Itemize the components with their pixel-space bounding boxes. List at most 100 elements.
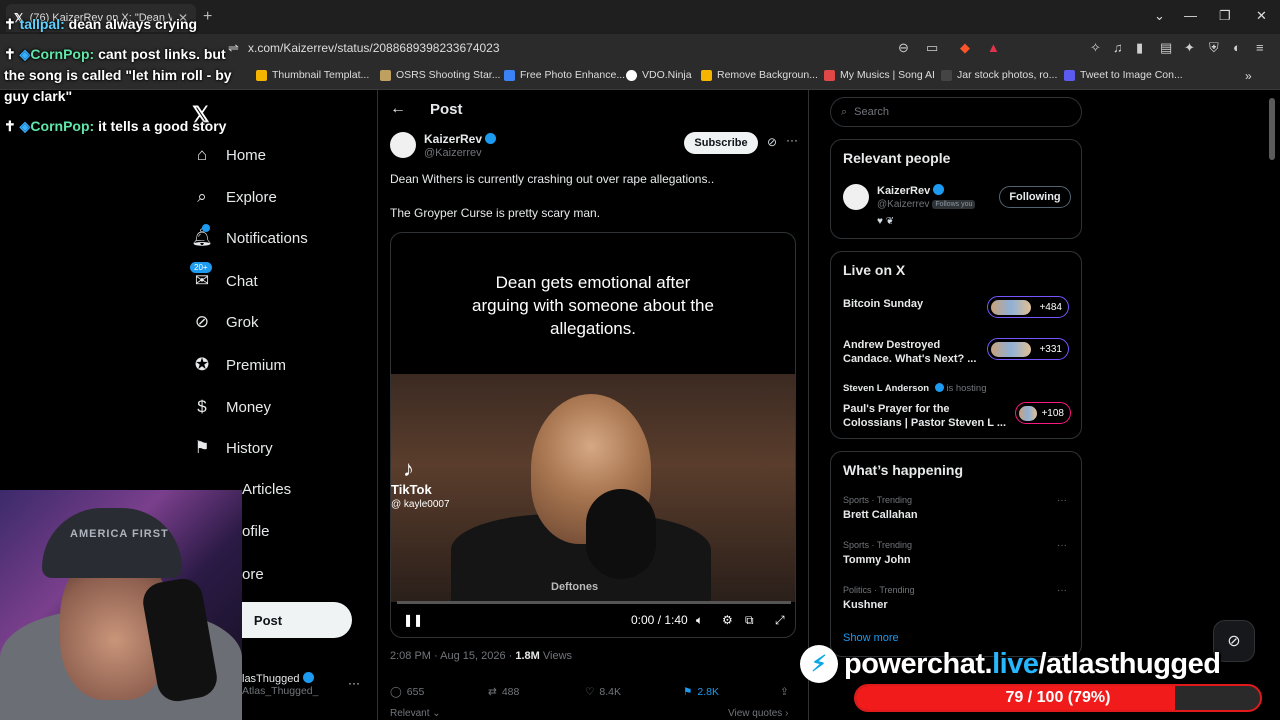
nav-item-notifications[interactable]: 🔔︎ Notifications xyxy=(191,224,308,248)
card-title: What’s happening xyxy=(843,462,964,478)
maximize-button[interactable]: ❐ xyxy=(1219,8,1231,24)
nav-item-money[interactable]: $ Money xyxy=(192,397,271,417)
reply-button[interactable]: ◯ 655 xyxy=(390,686,424,698)
trend-name[interactable]: Brett Callahan xyxy=(843,509,918,521)
person-handle: @Kaizerrev Follows you xyxy=(877,199,976,210)
view-quotes-link[interactable]: View quotes › xyxy=(728,708,788,719)
bookmark-item[interactable]: VDO.Ninja xyxy=(626,69,692,81)
more-bookmarks-icon[interactable]: » xyxy=(1245,69,1252,83)
bookmark-item[interactable]: Tweet to Image Con... xyxy=(1064,69,1183,81)
minimize-button[interactable]: — xyxy=(1184,8,1197,23)
nav-item-chat[interactable]: ✉ 20+ Chat xyxy=(190,262,258,291)
video-microphone xyxy=(586,489,656,579)
back-arrow-icon[interactable]: ← xyxy=(390,100,406,118)
reader-icon[interactable]: ▤ xyxy=(1160,40,1172,56)
home-icon: ⌂ xyxy=(196,145,208,164)
cast-icon[interactable]: ▭ xyxy=(926,40,938,56)
like-count: 8.4K xyxy=(599,686,622,698)
live-listeners-pill[interactable]: +108 xyxy=(1015,402,1071,424)
post-column: ← Post KaizerRev @Kaizerrev Subscribe ⊘ … xyxy=(377,90,809,720)
post-timestamp[interactable]: 2:08 PM · Aug 15, 2026 · xyxy=(390,650,512,662)
bookmark-item[interactable]: Thumbnail Templat... xyxy=(256,69,369,81)
powerchat-url: powerchat.live/atlasthugged xyxy=(844,648,1221,681)
follows-you-badge: Follows you xyxy=(932,200,976,209)
music-icon[interactable]: ♫ xyxy=(1113,40,1123,55)
bookmark-item[interactable]: Free Photo Enhance... xyxy=(504,69,625,81)
live-space-item[interactable]: Andrew Destroyed Candace. What's Next? .… xyxy=(843,338,983,366)
bookmark-favicon-icon xyxy=(1064,69,1075,81)
avatar[interactable] xyxy=(843,184,869,210)
chat-message: ✝ ◈CornPop: cant post links. but the son… xyxy=(4,46,232,104)
trend-name[interactable]: Tommy John xyxy=(843,554,911,566)
bookmark-label: Tweet to Image Con... xyxy=(1080,69,1183,81)
like-button[interactable]: ♡ 8.4K xyxy=(585,686,621,698)
trend-more-icon[interactable]: ··· xyxy=(1057,540,1067,551)
search-input[interactable]: ⌕ Search xyxy=(830,97,1082,127)
leo-icon[interactable]: ✦ xyxy=(1184,40,1195,56)
views-count: 1.8M xyxy=(515,650,540,662)
settings-icon[interactable]: ⚙ xyxy=(722,613,733,627)
menu-icon[interactable]: ≡ xyxy=(1256,40,1264,55)
nav-item-premium[interactable]: ✪ Premium xyxy=(192,355,286,375)
search-icon: ⌕ xyxy=(197,187,207,206)
close-window-button[interactable]: ✕ xyxy=(1256,8,1267,24)
bookmark-item[interactable]: OSRS Shooting Star... xyxy=(380,69,500,81)
bookmark-item[interactable]: Jar stock photos, ro... xyxy=(941,69,1057,81)
show-more-link[interactable]: Show more xyxy=(843,632,899,644)
live-space-item[interactable]: Bitcoin Sunday xyxy=(843,297,983,311)
picture-in-picture-icon[interactable]: ⧉ xyxy=(745,613,754,628)
relevant-people-card: Relevant people KaizerRev @Kaizerrev Foll… xyxy=(830,139,1082,239)
premium-icon: ✪ xyxy=(194,355,210,374)
sidebar-icon[interactable]: ▮ xyxy=(1136,40,1143,56)
trend-more-icon[interactable]: ··· xyxy=(1057,495,1067,506)
bookmark-icon: ⚑ xyxy=(683,686,693,698)
nav-item-explore[interactable]: ⌕ Explore xyxy=(192,187,277,207)
live-space-item[interactable]: Paul's Prayer for the Colossians | Pasto… xyxy=(843,402,1008,430)
volume-icon[interactable]: 🔈︎ xyxy=(696,613,703,628)
share-button[interactable]: ⇪ xyxy=(780,686,789,698)
nav-item-profile[interactable]: ofile xyxy=(242,523,270,540)
zoom-icon[interactable]: ⊖ xyxy=(898,40,909,56)
post-text-line: The Groyper Curse is pretty scary man. xyxy=(390,206,601,220)
person-name[interactable]: KaizerRev xyxy=(877,184,945,197)
reply-icon: ◯ xyxy=(390,686,402,698)
account-more-icon[interactable]: ··· xyxy=(348,676,360,690)
subscribe-button[interactable]: Subscribe xyxy=(684,132,758,154)
fullscreen-icon[interactable]: ⤢ xyxy=(775,613,785,628)
trend-more-icon[interactable]: ··· xyxy=(1057,585,1067,596)
nav-item-grok[interactable]: ⊘ Grok xyxy=(192,312,259,332)
repost-button[interactable]: ⇄ 488 xyxy=(488,686,519,698)
page-scrollbar[interactable] xyxy=(1269,98,1275,160)
donation-goal-bar: 79 / 100 (79%) xyxy=(854,684,1262,712)
author-name[interactable]: KaizerRev xyxy=(424,132,497,146)
grok-explain-icon[interactable]: ⊘ xyxy=(767,135,777,149)
wallet-icon[interactable]: ◐ xyxy=(1233,40,1241,55)
account-switcher[interactable]: lasThugged Atlas_Thugged_ xyxy=(242,672,318,697)
tab-search-icon[interactable]: ⌄ xyxy=(1154,8,1165,24)
nav-item-history[interactable]: ⚑ History xyxy=(192,438,272,458)
bio-emoji-icon: ♥ ❦ xyxy=(877,216,895,227)
pause-icon[interactable]: ❚❚ xyxy=(403,613,423,627)
reply-sort-dropdown[interactable]: Relevant xyxy=(390,708,429,719)
bookmark-item[interactable]: Remove Backgroun... xyxy=(701,69,818,81)
nav-item-articles[interactable]: Articles xyxy=(242,481,291,498)
nav-item-more[interactable]: ore xyxy=(242,566,264,583)
extensions-icon[interactable]: ✧ xyxy=(1090,40,1101,56)
vpn-icon[interactable]: ⛨ xyxy=(1209,40,1219,56)
bookmark-button[interactable]: ⚑ 2.8K xyxy=(683,686,719,698)
live-listeners-pill[interactable]: +484 xyxy=(987,296,1069,318)
nav-item-home[interactable]: ⌂ Home xyxy=(192,145,266,165)
nav-label: Grok xyxy=(226,313,259,331)
following-button[interactable]: Following xyxy=(999,186,1071,208)
video-progress-bar[interactable] xyxy=(397,601,791,604)
live-listeners-pill[interactable]: +331 xyxy=(987,338,1069,360)
avatar[interactable] xyxy=(390,132,416,158)
trend-name[interactable]: Kushner xyxy=(843,599,888,611)
author-handle[interactable]: @Kaizerrev xyxy=(424,147,482,159)
bookmark-item[interactable]: My Musics | Song AI xyxy=(824,69,935,81)
video-player[interactable]: Dean gets emotional after arguing with s… xyxy=(390,232,796,638)
brave-rewards-icon[interactable]: ▲ xyxy=(987,40,1000,55)
more-options-icon[interactable]: ··· xyxy=(786,133,798,147)
brave-shield-icon[interactable]: ◆ xyxy=(960,40,970,56)
address-bar[interactable]: x.com/Kaizerrev/status/20886893982336740… xyxy=(248,41,500,55)
